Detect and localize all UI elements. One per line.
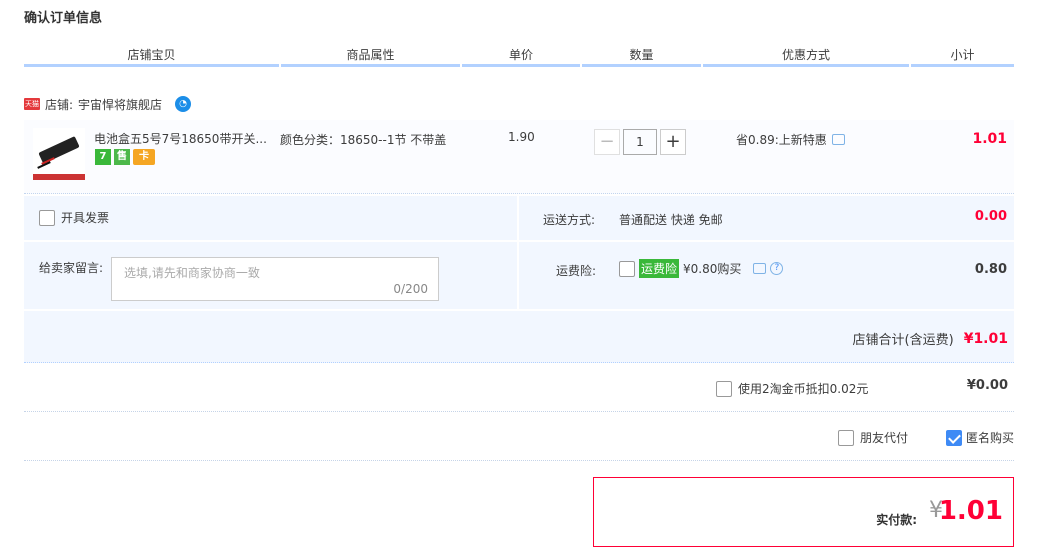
col-underline [281,64,460,67]
seven-day-return-icon[interactable]: 7 [95,149,111,165]
message-label: 给卖家留言: [39,261,104,275]
service-icons: 7 售 卡 [95,149,155,165]
col-underline [462,64,580,67]
wangwang-chat-icon[interactable]: ◔ [175,96,192,112]
tmall-icon: 天猫 [24,98,40,110]
col-underline [582,64,701,67]
col-underline [24,64,279,67]
quantity-stepper: − 1 + [594,129,686,155]
coins-option[interactable]: 使用2淘金币抵扣0.02元 [716,380,868,397]
anonymous-label: 匿名购买 [966,431,1015,445]
shipping-label: 运送方式: [543,213,596,227]
coins-label: 使用2淘金币抵扣0.02元 [738,382,869,396]
promo-text: 省0.89:上新特惠 [736,133,827,147]
message-counter: 0/200 [393,282,428,296]
message-placeholder: 选填,请先和商家协商一致 [124,266,260,280]
col-underline [703,64,909,67]
insurance-option[interactable]: 运费险 ¥0.80购买 ? [619,259,784,278]
page-title: 确认订单信息 [24,11,103,26]
col-header-subtotal: 小计 [950,48,975,62]
invoice-label: 开具发票 [61,211,110,225]
shipping-fee: 0.00 [974,209,1007,224]
insurance-amount: 0.80 [974,262,1007,277]
col-header-qty: 数量 [629,48,654,62]
item-title-link[interactable]: 电池盒五5号7号18650带开关... [94,130,272,147]
friend-pay-option[interactable]: 朋友代付 [838,429,908,446]
friend-pay-checkbox[interactable] [838,429,854,446]
shop-row: 天猫 店铺: 宇宙悍将旗舰店 ◔ [24,95,192,113]
quantity-minus-button[interactable]: − [594,129,620,155]
comment-icon[interactable] [831,134,845,145]
insurance-checkbox[interactable] [619,260,635,277]
invoice-option[interactable]: 开具发票 [39,209,109,226]
product-thumbnail[interactable] [33,128,85,180]
anonymous-option[interactable]: 匿名购买 [946,429,1014,446]
credit-card-icon[interactable]: 卡 [133,149,155,165]
quantity-input[interactable]: 1 [623,129,657,155]
invoice-checkbox[interactable] [39,209,55,226]
insurance-tag: 运费险 [639,259,680,278]
shop-name-link[interactable]: 宇宙悍将旗舰店 [78,96,162,113]
payment-amount: 1.01 [938,496,1003,526]
shop-label: 店铺: [45,97,74,112]
payment-label: 实付款: [876,513,917,527]
shop-total-amount: ¥1.01 [963,330,1008,347]
anonymous-checkbox[interactable] [946,429,962,446]
payment-box: 实付款: ¥ 1.01 [593,477,1014,547]
coins-amount: ¥0.00 [966,378,1008,393]
friend-pay-label: 朋友代付 [860,431,909,445]
item-subtotal: 1.01 [972,131,1007,147]
after-sale-icon[interactable]: 售 [114,149,130,165]
comment-icon[interactable] [753,263,767,274]
item-props: 颜色分类：18650--1节 不带盖 [280,133,447,147]
message-textarea[interactable]: 选填,请先和商家协商一致 0/200 [111,257,439,301]
col-header-promo: 优惠方式 [781,48,830,62]
col-header-price: 单价 [508,48,533,62]
insurance-price: ¥0.80购买 [683,262,742,276]
col-header-props: 商品属性 [346,48,395,62]
col-underline [911,64,1014,67]
coins-checkbox[interactable] [716,380,732,397]
shop-total-label: 店铺合计(含运费) [852,333,954,348]
divider [24,460,1014,461]
quantity-plus-button[interactable]: + [660,129,686,155]
insurance-label: 运费险: [556,264,597,278]
item-price: 1.90 [508,130,535,144]
shop-total: 店铺合计(含运费) ¥1.01 [852,329,1008,349]
divider [24,411,1014,412]
promo: 省0.89:上新特惠 [736,131,845,148]
help-icon[interactable]: ? [770,262,784,275]
shipping-value: 普通配送 快递 免邮 [619,213,723,227]
col-header-item: 店铺宝贝 [127,48,176,62]
